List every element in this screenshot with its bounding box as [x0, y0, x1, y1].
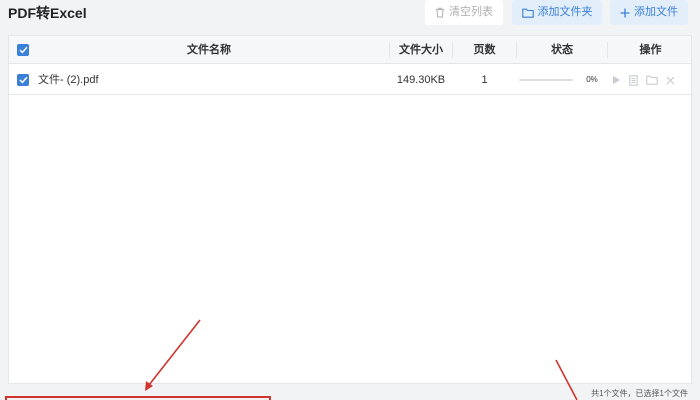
file-table: 文件名称 文件大小 页数 状态 操作 文件- (2).pdf 149.30KB …	[8, 35, 692, 384]
status-text: 共1个文件，已选择1个文件	[591, 389, 688, 398]
page-title: PDF转Excel	[8, 5, 87, 21]
check-icon	[18, 76, 28, 84]
folder-icon	[521, 8, 534, 18]
row-actions	[612, 65, 675, 95]
add-folder-label: 添加文件夹	[537, 6, 593, 18]
column-header-pages: 页数	[473, 44, 496, 56]
close-icon[interactable]	[666, 76, 675, 85]
column-header-name: 文件名称	[187, 44, 231, 56]
play-icon[interactable]	[612, 75, 621, 85]
add-folder-button[interactable]: 添加文件夹	[512, 0, 602, 25]
table-row[interactable]: 文件- (2).pdf 149.30KB 1 0%	[9, 65, 691, 95]
add-file-label: 添加文件	[634, 6, 678, 18]
column-header-actions: 操作	[639, 44, 662, 56]
annotation-highlight-box	[5, 396, 271, 400]
add-file-button[interactable]: 添加文件	[610, 0, 688, 25]
progress-bar	[519, 79, 573, 81]
clear-list-button[interactable]: 清空列表	[425, 0, 503, 25]
table-header: 文件名称 文件大小 页数 状态 操作	[9, 36, 691, 64]
progress-text: 0%	[586, 75, 598, 84]
row-checkbox[interactable]	[17, 74, 29, 86]
document-icon[interactable]	[629, 74, 638, 86]
check-icon	[18, 46, 28, 54]
plus-icon	[620, 8, 630, 18]
select-all-checkbox[interactable]	[17, 44, 29, 56]
column-header-status: 状态	[551, 44, 573, 56]
file-name: 文件- (2).pdf	[38, 74, 99, 86]
column-header-size: 文件大小	[399, 44, 443, 56]
page-count: 1	[481, 74, 488, 86]
clear-list-label: 清空列表	[449, 6, 493, 18]
trash-icon	[435, 7, 445, 18]
folder-icon[interactable]	[646, 75, 658, 85]
file-size: 149.30KB	[396, 74, 446, 86]
